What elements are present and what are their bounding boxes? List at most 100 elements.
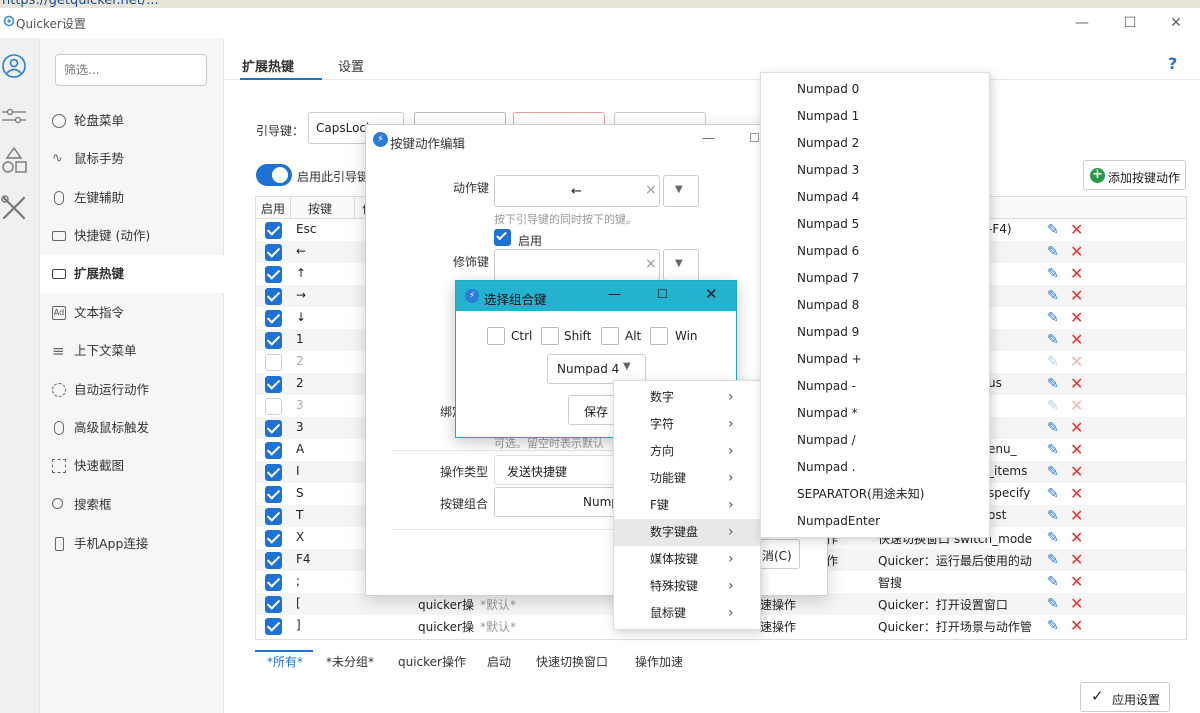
delete-icon[interactable]: ✕ bbox=[1070, 220, 1083, 239]
edit-icon[interactable]: ✎ bbox=[1047, 222, 1059, 238]
edit-icon[interactable]: ✎ bbox=[1047, 530, 1059, 546]
browser-url[interactable]: https://getquicker.net/... bbox=[2, 0, 159, 8]
nav-item-wheel-menu[interactable]: 轮盘菜单 bbox=[40, 102, 224, 140]
numpad-menu-item[interactable]: Numpad 7 bbox=[761, 265, 989, 292]
clear-icon[interactable]: × bbox=[645, 256, 657, 272]
group-tab-ungrouped[interactable]: *未分组* bbox=[326, 653, 374, 670]
enable-leader-toggle[interactable] bbox=[256, 164, 292, 186]
clear-icon[interactable]: × bbox=[645, 182, 657, 198]
alt-checkbox[interactable] bbox=[601, 327, 619, 345]
row-enabled-checkbox[interactable] bbox=[265, 266, 282, 283]
win-checkbox[interactable] bbox=[650, 327, 668, 345]
help-icon[interactable]: ? bbox=[1168, 54, 1177, 73]
delete-icon[interactable]: ✕ bbox=[1070, 528, 1083, 547]
op-type-select[interactable]: 发送快捷键 bbox=[494, 455, 624, 485]
row-enabled-checkbox[interactable] bbox=[265, 574, 282, 591]
delete-icon[interactable]: ✕ bbox=[1070, 330, 1083, 349]
maximize-button[interactable]: ☐ bbox=[749, 131, 760, 145]
maximize-button[interactable]: ☐ bbox=[1110, 12, 1150, 34]
close-button[interactable]: ✕ bbox=[1156, 12, 1196, 34]
delete-icon[interactable]: ✕ bbox=[1070, 264, 1083, 283]
category-menu-item[interactable]: 字符 › bbox=[614, 411, 760, 438]
delete-icon[interactable]: ✕ bbox=[1070, 352, 1083, 371]
enabled-checkbox[interactable] bbox=[494, 229, 511, 246]
numpad-menu-item[interactable]: Numpad 5 bbox=[761, 211, 989, 238]
row-enabled-checkbox[interactable] bbox=[265, 552, 282, 569]
group-tab-switch-window[interactable]: 快速切换窗口 bbox=[536, 653, 608, 670]
numpad-menu-item[interactable]: Numpad 4 bbox=[761, 184, 989, 211]
column-header-enabled[interactable]: 启用 bbox=[261, 200, 285, 217]
category-menu-item[interactable]: 功能键 › bbox=[614, 465, 760, 492]
edit-icon[interactable]: ✎ bbox=[1047, 398, 1059, 414]
numpad-menu-item[interactable]: Numpad 3 bbox=[761, 157, 989, 184]
nav-item-auto-run[interactable]: 自动运行动作 bbox=[40, 371, 224, 409]
numpad-menu-item[interactable]: Numpad 9 bbox=[761, 319, 989, 346]
row-enabled-checkbox[interactable] bbox=[265, 618, 282, 635]
shift-checkbox[interactable] bbox=[541, 327, 559, 345]
nav-item-context-menu[interactable]: ≡ 上下文菜单 bbox=[40, 332, 224, 370]
numpad-menu-item[interactable]: Numpad 0 bbox=[761, 76, 989, 103]
numpad-menu-item[interactable]: Numpad 2 bbox=[761, 130, 989, 157]
numpad-menu-item[interactable]: Numpad + bbox=[761, 346, 989, 373]
column-header-key[interactable]: 按键 bbox=[308, 200, 332, 217]
minimize-button[interactable]: — bbox=[1062, 12, 1102, 34]
nav-item-shortcut-actions[interactable]: 快捷键 (动作) bbox=[40, 217, 224, 255]
nav-item-text-commands[interactable]: Ad 文本指令 bbox=[40, 294, 224, 332]
maximize-button[interactable]: ☐ bbox=[657, 287, 668, 301]
tools-icon[interactable] bbox=[0, 194, 30, 224]
shapes-icon[interactable] bbox=[0, 146, 30, 176]
row-enabled-checkbox[interactable] bbox=[265, 354, 282, 371]
apply-settings-button[interactable]: ✓ 应用设置 bbox=[1080, 682, 1170, 712]
row-enabled-checkbox[interactable] bbox=[265, 288, 282, 305]
group-tab-quicker[interactable]: quicker操作 bbox=[398, 653, 466, 670]
edit-icon[interactable]: ✎ bbox=[1047, 288, 1059, 304]
row-enabled-checkbox[interactable] bbox=[265, 420, 282, 437]
delete-icon[interactable]: ✕ bbox=[1070, 616, 1083, 635]
delete-icon[interactable]: ✕ bbox=[1070, 462, 1083, 481]
numpad-menu-item[interactable]: Numpad * bbox=[761, 400, 989, 427]
numpad-menu-item[interactable]: NumpadEnter bbox=[761, 508, 989, 535]
delete-icon[interactable]: ✕ bbox=[1070, 594, 1083, 613]
ctrl-checkbox[interactable] bbox=[487, 327, 505, 345]
row-enabled-checkbox[interactable] bbox=[265, 596, 282, 613]
delete-icon[interactable]: ✕ bbox=[1070, 374, 1083, 393]
numpad-menu-item[interactable]: Numpad 6 bbox=[761, 238, 989, 265]
modifier-dropdown[interactable]: ▼ bbox=[663, 249, 699, 281]
minimize-button[interactable]: — bbox=[702, 131, 715, 146]
group-tab-all[interactable]: *所有* bbox=[267, 653, 303, 670]
numpad-menu-item[interactable]: Numpad . bbox=[761, 454, 989, 481]
edit-icon[interactable]: ✎ bbox=[1047, 332, 1059, 348]
delete-icon[interactable]: ✕ bbox=[1070, 440, 1083, 459]
modifier-field[interactable]: × bbox=[494, 249, 660, 281]
category-menu-item[interactable]: 特殊按键 › bbox=[614, 573, 760, 600]
numpad-menu-item[interactable]: Numpad 8 bbox=[761, 292, 989, 319]
user-icon[interactable] bbox=[0, 52, 30, 82]
numpad-menu-item[interactable]: Numpad - bbox=[761, 373, 989, 400]
nav-item-extended-hotkeys[interactable]: 扩展热键 bbox=[40, 255, 224, 293]
delete-icon[interactable]: ✕ bbox=[1070, 572, 1083, 591]
delete-icon[interactable]: ✕ bbox=[1070, 242, 1083, 261]
edit-icon[interactable]: ✎ bbox=[1047, 376, 1059, 392]
category-menu-item[interactable]: F键 › bbox=[614, 492, 760, 519]
edit-icon[interactable]: ✎ bbox=[1047, 574, 1059, 590]
row-enabled-checkbox[interactable] bbox=[265, 508, 282, 525]
row-enabled-checkbox[interactable] bbox=[265, 310, 282, 327]
row-enabled-checkbox[interactable] bbox=[265, 332, 282, 349]
edit-icon[interactable]: ✎ bbox=[1047, 464, 1059, 480]
row-enabled-checkbox[interactable] bbox=[265, 398, 282, 415]
edit-icon[interactable]: ✎ bbox=[1047, 354, 1059, 370]
action-key-field[interactable]: ← × bbox=[494, 175, 660, 207]
edit-icon[interactable]: ✎ bbox=[1047, 266, 1059, 282]
nav-item-left-click-assist[interactable]: 左键辅助 bbox=[40, 179, 224, 217]
edit-icon[interactable]: ✎ bbox=[1047, 244, 1059, 260]
delete-icon[interactable]: ✕ bbox=[1070, 286, 1083, 305]
edit-icon[interactable]: ✎ bbox=[1047, 442, 1059, 458]
nav-item-search-box[interactable]: 搜索框 bbox=[40, 486, 224, 524]
row-enabled-checkbox[interactable] bbox=[265, 222, 282, 239]
delete-icon[interactable]: ✕ bbox=[1070, 418, 1083, 437]
minimize-button[interactable]: — bbox=[608, 287, 621, 302]
combo-field[interactable]: Nump bbox=[494, 487, 624, 517]
nav-item-quick-screenshot[interactable]: 快速截图 bbox=[40, 447, 224, 485]
delete-icon[interactable]: ✕ bbox=[1070, 484, 1083, 503]
numpad-menu-item[interactable]: Numpad 1 bbox=[761, 103, 989, 130]
